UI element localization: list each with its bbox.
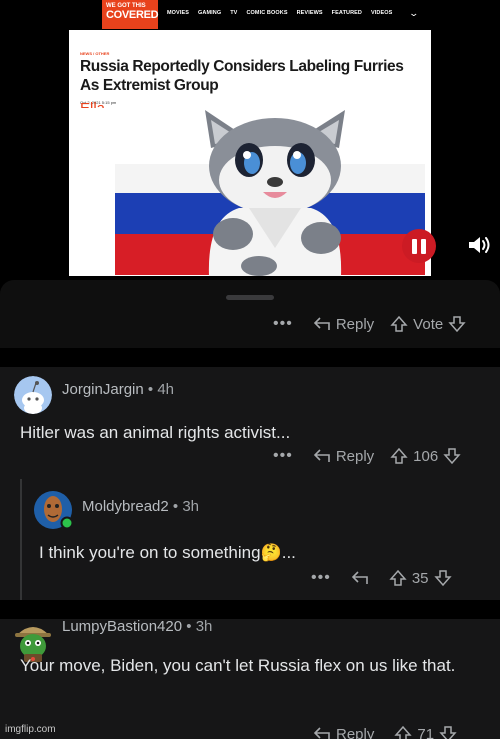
comment-actions: ••• 35 [311,569,452,587]
comment-text-suffix: ... [281,543,296,562]
comments-sheet[interactable]: ••• Reply Vote JorginJargin • 4h Hitler … [0,280,500,739]
vote-controls: 35 [389,569,452,587]
username[interactable]: LumpyBastion420 [62,618,182,635]
comment-age: 4h [157,381,175,398]
upvote-icon[interactable] [390,447,408,465]
site-nav-item: MOVIES [167,10,189,16]
reply-button[interactable]: Reply [313,726,374,739]
reply-icon [313,727,330,739]
reply-label: Reply [335,315,375,333]
comment-divider [0,600,500,619]
comment-age: 3h [182,498,200,515]
site-nav-item: COMIC BOOKS [246,10,288,16]
vote-label: Vote [413,315,444,333]
site-nav: MOVIES GAMING TV COMIC BOOKS REVIEWS FEA… [167,10,392,16]
upvote-icon[interactable] [390,315,408,333]
comment-text: Your move, Biden, you can't let Russia f… [20,656,456,675]
downvote-icon[interactable] [439,725,457,739]
vote-controls: Vote [390,315,466,333]
separator-dot: • [172,498,179,515]
downvote-icon[interactable] [443,447,461,465]
article-kicker: NEWS / OTHER [80,51,110,56]
username[interactable]: Moldybread2 [82,498,169,515]
thinking-face-emoji: 🤔 [260,543,282,562]
comment-age: 3h [195,618,213,635]
video-frame: WE GOT THIS COVERED MOVIES GAMING TV COM… [69,0,431,276]
comment-author[interactable]: LumpyBastion420 • 3h [62,618,212,635]
vote-score: 106 [413,447,439,465]
chevron-down-icon: ⌄ [408,8,420,18]
vote-score: 35 [411,569,429,587]
vote-score: 71 [417,725,435,739]
comment-text: Hitler was an animal rights activist... [20,423,291,442]
site-nav-item: REVIEWS [296,10,323,16]
reply-button[interactable]: Reply [313,448,374,465]
pause-icon[interactable] [402,229,436,263]
site-nav-item: VIDEOS [371,10,393,16]
more-options-icon[interactable]: ••• [273,447,293,465]
site-logo-line2: COVERED [106,9,159,21]
comment-actions: ••• Reply Vote [273,315,466,333]
article-title: Russia Reportedly Considers Labeling Fur… [80,58,404,94]
upvote-icon[interactable] [389,569,407,587]
avatar[interactable] [34,491,74,530]
more-options-icon[interactable]: ••• [273,315,293,333]
imgflip-watermark: imgflip.com [5,724,56,735]
separator-dot: • [186,618,192,635]
reply-button[interactable]: Reply [313,316,374,333]
downvote-icon[interactable] [433,569,452,587]
comment-author[interactable]: JorginJargin • 4h [62,381,174,398]
video-player[interactable]: WE GOT THIS COVERED MOVIES GAMING TV COM… [0,0,500,278]
more-options-icon[interactable]: ••• [311,569,331,587]
article-photo [69,108,431,276]
vote-controls: 106 [390,447,461,465]
site-logo: WE GOT THIS COVERED [102,0,159,29]
site-nav-item: TV [230,10,238,16]
comment-text-main: I think you're on to something [39,543,261,562]
fursuit-character [205,110,345,276]
site-nav-item: GAMING [198,10,222,16]
avatar[interactable] [14,376,52,414]
username[interactable]: JorginJargin [62,381,144,398]
reply-label: Reply [335,447,375,465]
sheet-drag-handle[interactable] [226,295,274,300]
article-byline: Ella Capps Oct 2, 2021 5:15 pm [80,100,123,134]
volume-icon[interactable] [467,234,493,256]
vote-controls: 71 [394,725,457,739]
reply-icon [313,317,330,330]
separator-dot: • [147,381,154,398]
comment-actions: ••• Reply 106 [273,447,461,465]
site-header: WE GOT THIS COVERED MOVIES GAMING TV COM… [69,0,431,30]
upvote-icon[interactable] [394,725,413,739]
downvote-icon[interactable] [448,315,466,333]
comment-thread: LumpyBastion420 • 3h Your move, Biden, y… [0,618,500,739]
reply-button[interactable] [351,571,369,585]
site-nav-item: FEATURED [331,10,363,16]
reply-icon [313,449,330,462]
reply-icon [351,571,368,584]
comment-author[interactable]: Moldybread2 • 3h [82,498,199,515]
comment-divider [0,348,500,367]
thread-line[interactable] [20,479,22,600]
comment-text: I think you're on to something🤔... [39,542,479,563]
comment-actions: Reply 71 [313,725,457,739]
comment-thread: JorginJargin • 4h Hitler was an animal r… [0,367,500,600]
reply-label: Reply [336,725,375,739]
